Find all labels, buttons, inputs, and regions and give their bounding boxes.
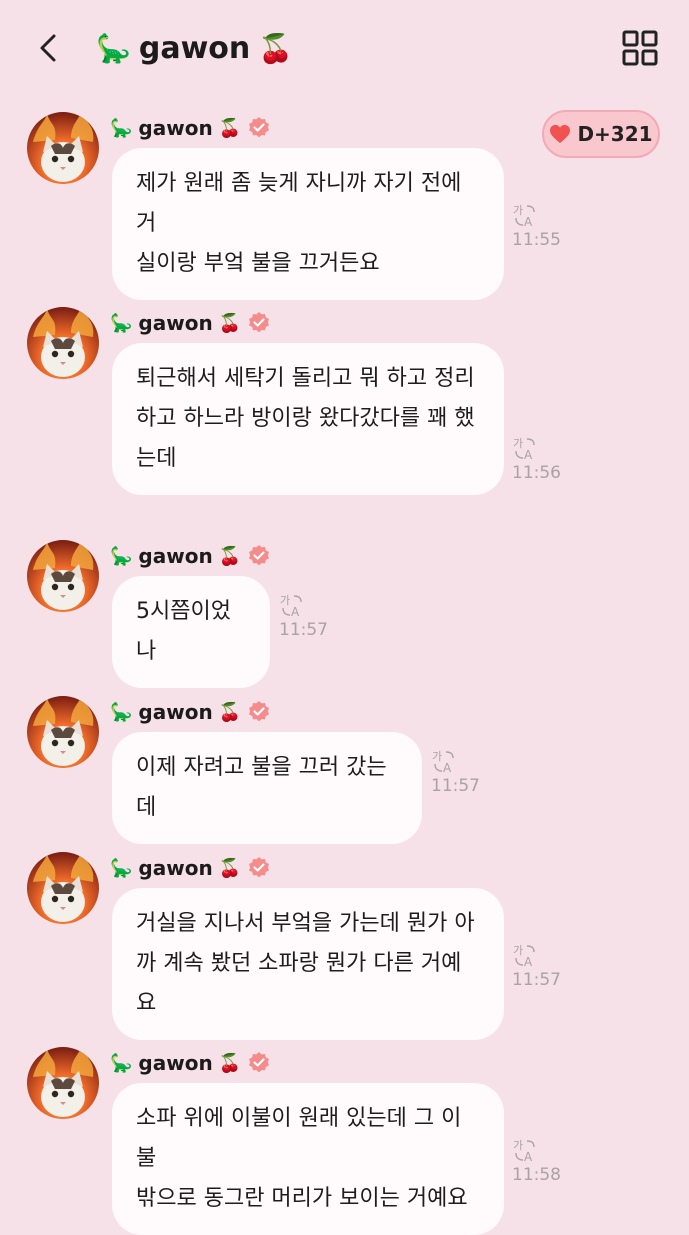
menu-button[interactable]: [620, 28, 660, 68]
dinosaur-emoji: 🦕: [110, 701, 133, 723]
message-line: 하고 하느라 방이랑 왔다갔다를 꽤 했: [136, 406, 475, 431]
message-bubble[interactable]: 제가 원래 좀 늦게 자니까 자기 전에 거 실이랑 부엌 불을 끄거든요: [112, 148, 504, 300]
message-meta: 11:57: [512, 942, 561, 990]
cherry-emoji: 🍒: [218, 545, 242, 567]
message-time: 11:57: [431, 776, 480, 796]
message-bubble[interactable]: 거실을 지나서 부엌을 가는데 뭔가 아 까 계속 봤던 소파랑 뭔가 다른 거…: [112, 888, 504, 1040]
message-line: 퇴근해서 세탁기 돌리고 뭐 하고 정리: [136, 366, 475, 391]
message-line: 소파 위에 이불이 원래 있는데 그 이불: [136, 1106, 462, 1171]
dinosaur-emoji: 🦕: [110, 857, 133, 879]
avatar[interactable]: [27, 1047, 99, 1119]
avatar[interactable]: [27, 307, 99, 379]
translate-icon[interactable]: [431, 748, 457, 774]
chevron-left-icon: [40, 34, 56, 62]
sender-name-text: gawon: [138, 700, 213, 724]
verified-icon: [247, 700, 271, 724]
sender-name: 🦕 gawon 🍒: [110, 700, 271, 724]
avatar[interactable]: [27, 112, 99, 184]
sender-name: 🦕 gawon 🍒: [110, 544, 271, 568]
dinosaur-emoji: 🦕: [110, 312, 133, 334]
translate-icon[interactable]: [512, 1137, 538, 1163]
avatar[interactable]: [27, 696, 99, 768]
avatar[interactable]: [27, 540, 99, 612]
message-time: 11:57: [512, 970, 561, 990]
message-meta: 11:56: [512, 435, 561, 483]
dinosaur-emoji: 🦕: [96, 31, 131, 65]
message-meta: 11:55: [512, 202, 561, 250]
message-bubble[interactable]: 소파 위에 이불이 원래 있는데 그 이불 밖으로 동그란 머리가 보이는 거예…: [112, 1083, 504, 1235]
chat-header: 🦕 gawon 🍒: [0, 0, 689, 96]
dinosaur-emoji: 🦕: [110, 117, 133, 139]
verified-icon: [247, 116, 271, 140]
d-day-label: D+321: [577, 122, 653, 146]
cherry-emoji: 🍒: [258, 31, 294, 65]
page-title: 🦕 gawon 🍒: [96, 26, 293, 70]
grid-icon: [622, 30, 658, 66]
verified-icon: [247, 856, 271, 880]
avatar[interactable]: [27, 852, 99, 924]
sender-name-text: gawon: [138, 856, 213, 880]
message-bubble[interactable]: 이제 자려고 불을 끄러 갔는데: [112, 732, 422, 844]
translate-icon[interactable]: [512, 435, 538, 461]
sender-name: 🦕 gawon 🍒: [110, 116, 271, 140]
message-bubble[interactable]: 5시쯤이었나: [112, 576, 270, 688]
translate-icon[interactable]: [512, 942, 538, 968]
sender-name-text: gawon: [138, 544, 213, 568]
sender-name: 🦕 gawon 🍒: [110, 856, 271, 880]
message-time: 11:58: [512, 1165, 561, 1185]
message-line: 거실을 지나서 부엌을 가는데 뭔가 아: [136, 911, 475, 936]
message-line: 5시쯤이었나: [136, 599, 231, 664]
sender-name: 🦕 gawon 🍒: [110, 1051, 271, 1075]
dinosaur-emoji: 🦕: [110, 1052, 133, 1074]
translate-icon[interactable]: [279, 592, 305, 618]
sender-name: 🦕 gawon 🍒: [110, 311, 271, 335]
message-line: 까 계속 봤던 소파랑 뭔가 다른 거예요: [136, 951, 462, 1016]
message-line: 이제 자려고 불을 끄러 갔는데: [136, 755, 387, 820]
message-meta: 11:58: [512, 1137, 561, 1185]
chat-title-text: gawon: [138, 30, 251, 66]
verified-icon: [247, 311, 271, 335]
sender-name-text: gawon: [138, 1051, 213, 1075]
message-time: 11:56: [512, 463, 561, 483]
message-line: 실이랑 부엌 불을 끄거든요: [136, 251, 380, 276]
message-meta: 11:57: [279, 592, 328, 640]
message-meta: 11:57: [431, 748, 480, 796]
message-bubble[interactable]: 퇴근해서 세탁기 돌리고 뭐 하고 정리 하고 하느라 방이랑 왔다갔다를 꽤 …: [112, 343, 504, 495]
cherry-emoji: 🍒: [218, 117, 242, 139]
message-line: 는데: [136, 446, 177, 471]
d-day-badge[interactable]: D+321: [542, 110, 660, 158]
message-time: 11:57: [279, 620, 328, 640]
message-line: 밖으로 동그란 머리가 보이는 거예요: [136, 1186, 468, 1211]
dinosaur-emoji: 🦕: [110, 545, 133, 567]
verified-icon: [247, 544, 271, 568]
message-time: 11:55: [512, 230, 561, 250]
back-button[interactable]: [30, 26, 70, 70]
sender-name-text: gawon: [138, 116, 213, 140]
verified-icon: [247, 1051, 271, 1075]
translate-icon[interactable]: [512, 202, 538, 228]
heart-icon: [550, 124, 571, 144]
cherry-emoji: 🍒: [218, 857, 242, 879]
sender-name-text: gawon: [138, 311, 213, 335]
message-line: 제가 원래 좀 늦게 자니까 자기 전에 거: [136, 171, 462, 236]
cherry-emoji: 🍒: [218, 701, 242, 723]
cherry-emoji: 🍒: [218, 312, 242, 334]
cherry-emoji: 🍒: [218, 1052, 242, 1074]
